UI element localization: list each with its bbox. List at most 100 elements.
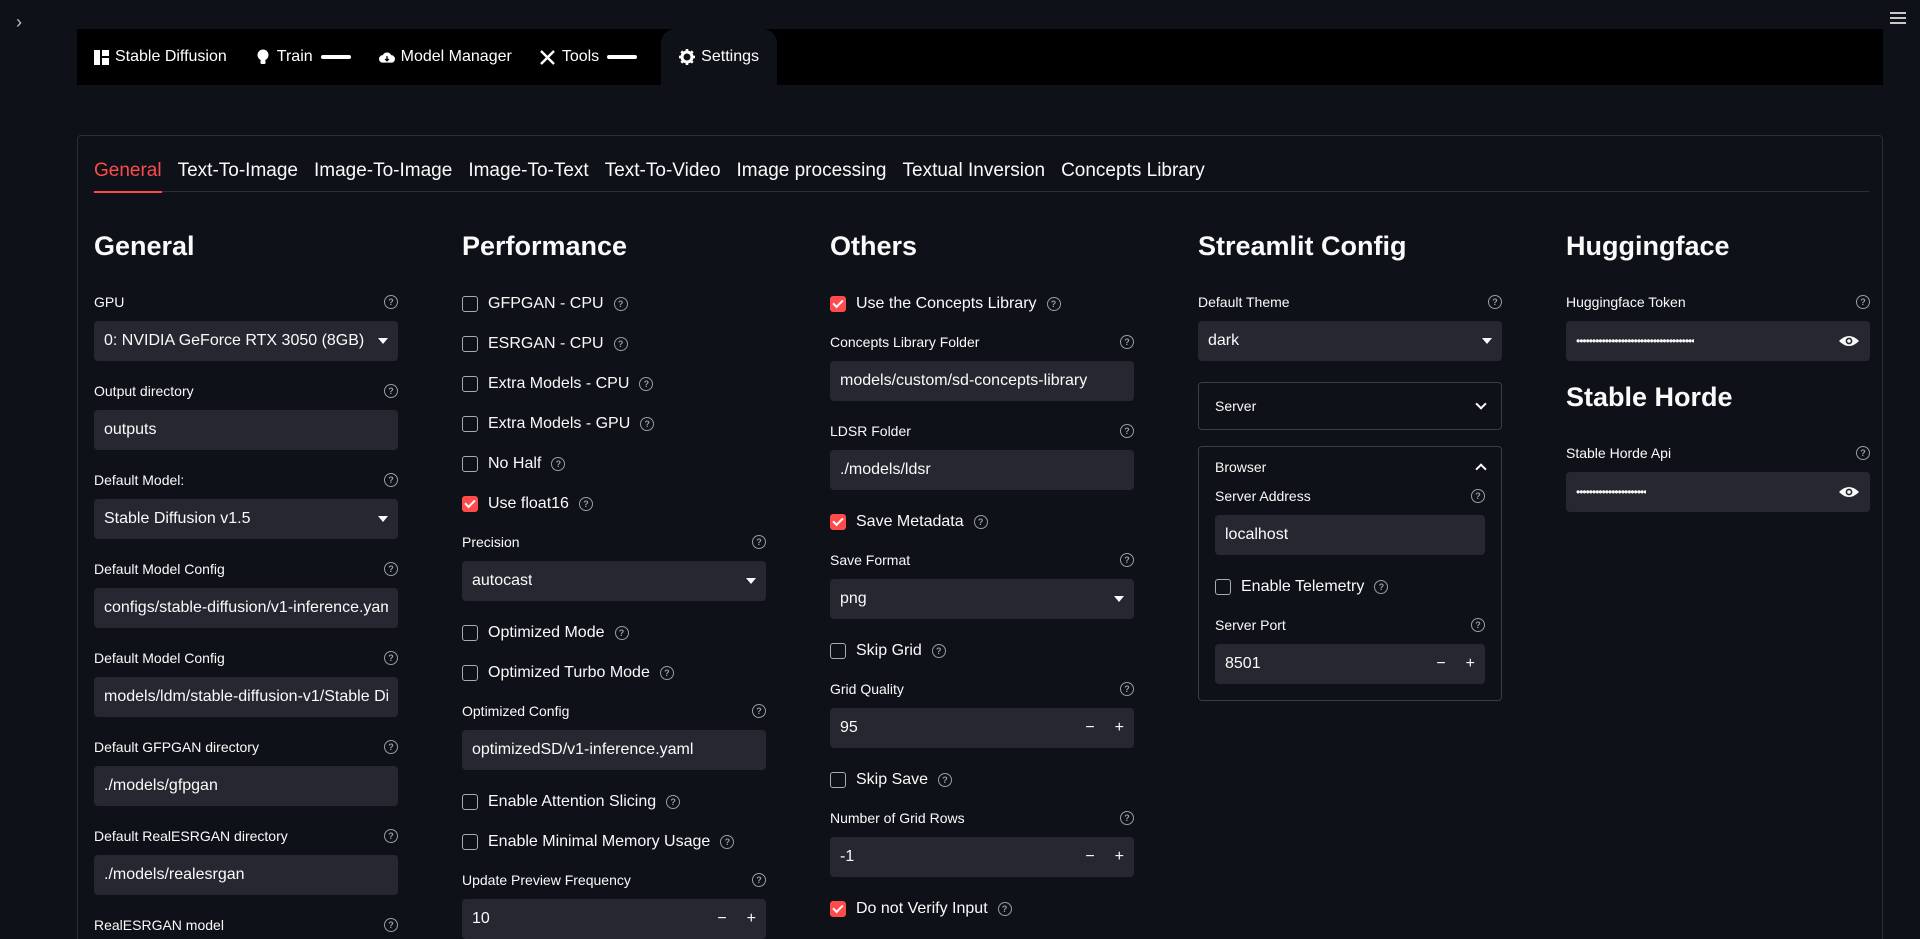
gfpgan-dir-input[interactable]: ./models/gfpgan (94, 766, 398, 806)
checkbox-box[interactable] (462, 665, 478, 681)
help-icon[interactable]: ? (1471, 618, 1485, 632)
optimized-config-input[interactable]: optimizedSD/v1-inference.yaml (462, 730, 766, 770)
help-icon[interactable]: ? (752, 704, 766, 718)
output-dir-input[interactable]: outputs (94, 410, 398, 450)
checkbox-box[interactable] (462, 456, 478, 472)
nav-model-manager[interactable]: Model Manager (378, 29, 526, 85)
tab-text-to-video[interactable]: Text-To-Video (605, 158, 721, 192)
precision-select[interactable]: autocast (462, 561, 766, 601)
help-icon[interactable]: ? (1120, 811, 1134, 825)
decrement-button[interactable]: − (717, 910, 726, 928)
help-icon[interactable]: ? (384, 473, 398, 487)
checkbox-box[interactable] (462, 625, 478, 641)
hf-token-input[interactable]: ••••••••••••••••••••••••••••••••••••• (1566, 321, 1870, 361)
help-icon[interactable]: ? (720, 835, 735, 849)
checkbox-box[interactable] (462, 296, 478, 312)
increment-button[interactable]: + (1115, 719, 1124, 737)
optimized-mode-checkbox[interactable]: Optimized Mode? (462, 622, 766, 644)
save-metadata-checkbox[interactable]: Save Metadata? (830, 511, 1134, 533)
skip-grid-checkbox[interactable]: Skip Grid? (830, 640, 1134, 662)
checkbox-box[interactable] (462, 336, 478, 352)
optimized-turbo-checkbox[interactable]: Optimized Turbo Mode? (462, 662, 766, 684)
help-icon[interactable]: ? (1046, 297, 1061, 311)
help-icon[interactable]: ? (384, 295, 398, 309)
help-icon[interactable]: ? (384, 918, 398, 932)
default-model-select[interactable]: Stable Diffusion v1.5 (94, 499, 398, 539)
checkbox-box[interactable] (830, 772, 846, 788)
grid-quality-input[interactable]: 95 − + (830, 708, 1134, 748)
nav-train[interactable]: Train (255, 29, 365, 85)
save-format-select[interactable]: png (830, 579, 1134, 619)
browser-expander-header[interactable]: Browser (1199, 447, 1501, 487)
gfpgan-cpu-checkbox[interactable]: GFPGAN - CPU? (462, 293, 766, 315)
checkbox-box-checked[interactable] (830, 296, 846, 312)
help-icon[interactable]: ? (931, 644, 946, 658)
help-icon[interactable]: ? (1471, 489, 1485, 503)
help-icon[interactable]: ? (997, 902, 1012, 916)
use-float16-checkbox[interactable]: Use float16? (462, 493, 766, 515)
tab-textual-inversion[interactable]: Textual Inversion (903, 158, 1046, 192)
checkbox-box[interactable] (1215, 579, 1231, 595)
telemetry-checkbox[interactable]: Enable Telemetry? (1215, 576, 1485, 598)
checkbox-box[interactable] (462, 416, 478, 432)
checkbox-box[interactable] (462, 376, 478, 392)
help-icon[interactable]: ? (384, 740, 398, 754)
help-icon[interactable]: ? (613, 297, 628, 311)
use-concepts-checkbox[interactable]: Use the Concepts Library? (830, 293, 1134, 315)
esrgan-cpu-checkbox[interactable]: ESRGAN - CPU? (462, 333, 766, 355)
help-icon[interactable]: ? (578, 497, 593, 511)
increment-button[interactable]: + (1466, 655, 1475, 673)
server-address-input[interactable]: localhost (1215, 515, 1485, 555)
main-menu-icon[interactable] (1890, 12, 1906, 26)
decrement-button[interactable]: − (1085, 848, 1094, 866)
ldsr-folder-input[interactable]: ./models/ldsr (830, 450, 1134, 490)
help-icon[interactable]: ? (938, 773, 953, 787)
tab-text-to-image[interactable]: Text-To-Image (178, 158, 298, 192)
help-icon[interactable]: ? (973, 515, 988, 529)
decrement-button[interactable]: − (1085, 719, 1094, 737)
skip-save-checkbox[interactable]: Skip Save? (830, 769, 1134, 791)
nav-tools[interactable]: Tools (540, 29, 651, 85)
server-expander-header[interactable]: Server (1199, 383, 1501, 429)
grid-rows-input[interactable]: -1 − + (830, 837, 1134, 877)
show-password-eye-icon[interactable] (1838, 485, 1860, 499)
help-icon[interactable]: ? (613, 337, 628, 351)
model-config-input[interactable]: configs/stable-diffusion/v1-inference.ya… (94, 588, 398, 628)
help-icon[interactable]: ? (1856, 295, 1870, 309)
help-icon[interactable]: ? (614, 626, 629, 640)
help-icon[interactable]: ? (639, 377, 654, 391)
concepts-folder-input[interactable]: models/custom/sd-concepts-library (830, 361, 1134, 401)
extra-models-cpu-checkbox[interactable]: Extra Models - CPU? (462, 373, 766, 395)
realesrgan-dir-input[interactable]: ./models/realesrgan (94, 855, 398, 895)
show-password-eye-icon[interactable] (1838, 334, 1860, 348)
sidebar-expand-chevron-icon[interactable]: › (16, 12, 22, 33)
help-icon[interactable]: ? (1120, 682, 1134, 696)
nav-stable-diffusion[interactable]: Stable Diffusion (93, 29, 241, 85)
checkbox-box-checked[interactable] (830, 901, 846, 917)
help-icon[interactable]: ? (384, 829, 398, 843)
help-icon[interactable]: ? (1488, 295, 1502, 309)
help-icon[interactable]: ? (752, 535, 766, 549)
preview-frequency-input[interactable]: 10 − + (462, 899, 766, 939)
minimal-memory-checkbox[interactable]: Enable Minimal Memory Usage? (462, 831, 766, 853)
gpu-select[interactable]: 0: NVIDIA GeForce RTX 3050 (8GB) (94, 321, 398, 361)
tab-image-to-image[interactable]: Image-To-Image (314, 158, 452, 192)
tab-image-processing[interactable]: Image processing (737, 158, 887, 192)
help-icon[interactable]: ? (384, 384, 398, 398)
checkbox-box-checked[interactable] (830, 514, 846, 530)
help-icon[interactable]: ? (1120, 424, 1134, 438)
no-verify-checkbox[interactable]: Do not Verify Input? (830, 898, 1134, 920)
tab-general[interactable]: General (94, 158, 162, 193)
increment-button[interactable]: + (1115, 848, 1124, 866)
increment-button[interactable]: + (747, 910, 756, 928)
extra-models-gpu-checkbox[interactable]: Extra Models - GPU? (462, 413, 766, 435)
server-port-input[interactable]: 8501 − + (1215, 644, 1485, 684)
attention-slicing-checkbox[interactable]: Enable Attention Slicing? (462, 791, 766, 813)
help-icon[interactable]: ? (1120, 553, 1134, 567)
help-icon[interactable]: ? (1120, 335, 1134, 349)
nav-settings[interactable]: Settings (661, 29, 777, 85)
help-icon[interactable]: ? (384, 562, 398, 576)
default-theme-select[interactable]: dark (1198, 321, 1502, 361)
help-icon[interactable]: ? (1374, 580, 1389, 594)
help-icon[interactable]: ? (659, 666, 674, 680)
